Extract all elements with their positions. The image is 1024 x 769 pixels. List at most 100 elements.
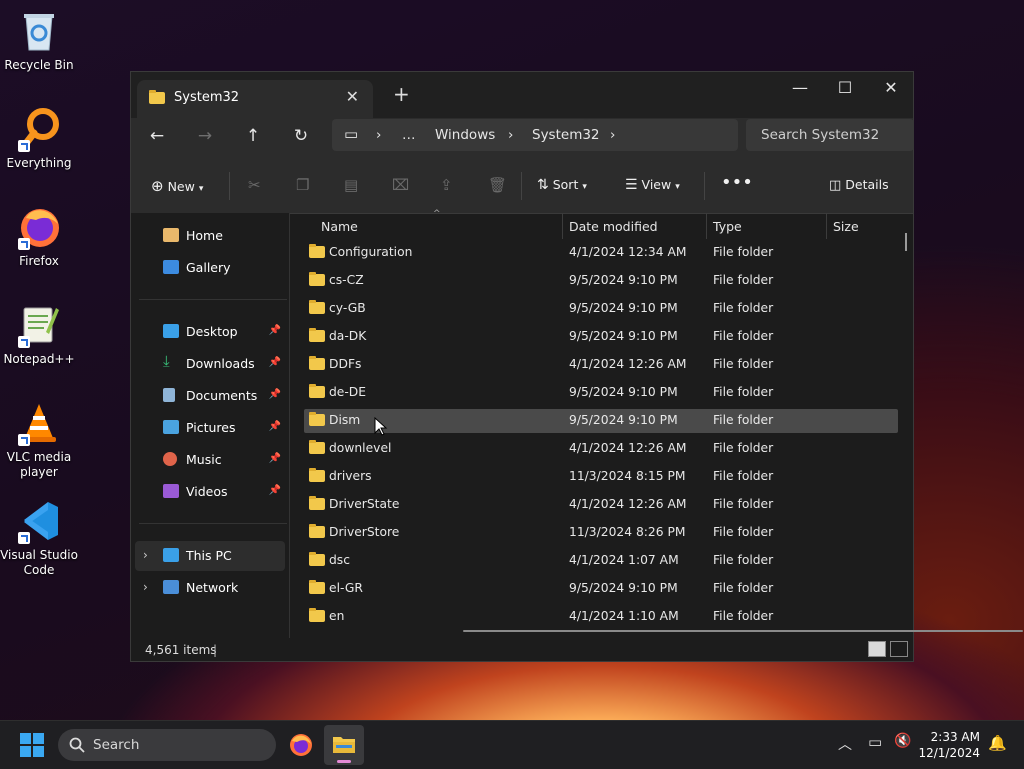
column-header-type[interactable]: Type xyxy=(707,213,825,239)
tab-system32[interactable]: System32 ✕ xyxy=(137,80,373,118)
file-name: dsc xyxy=(329,553,350,567)
sidebar-item-label: Home xyxy=(186,228,223,243)
everything-icon xyxy=(16,106,62,152)
desktop-icon-vlc[interactable]: VLC media player xyxy=(0,400,78,480)
more-options-button[interactable]: ••• xyxy=(721,172,753,193)
view-button[interactable]: ☰ View ▾ xyxy=(625,177,680,193)
file-date: 4/1/2024 12:34 AM xyxy=(569,245,687,259)
sidebar-item-label: Downloads xyxy=(186,356,255,371)
file-date: 9/5/2024 9:10 PM xyxy=(569,329,678,343)
column-header-size[interactable]: Size xyxy=(827,213,907,239)
desktop-icon-label: Everything xyxy=(6,156,72,170)
horizontal-scrollbar[interactable] xyxy=(463,630,1023,632)
notification-bell-icon[interactable]: 🔔 xyxy=(988,734,1007,752)
shortcut-arrow-icon xyxy=(18,336,30,348)
recycle-bin-icon xyxy=(16,8,62,54)
new-label: New xyxy=(167,179,195,194)
chevron-right-icon[interactable]: › xyxy=(143,548,148,562)
download-icon: ⤓ xyxy=(163,352,170,370)
delete-icon[interactable]: 🗑 xyxy=(488,176,507,194)
copy-icon[interactable]: ❐ xyxy=(296,176,309,194)
system-clock[interactable]: 2:33 AM 12/1/2024 xyxy=(918,729,980,761)
new-button[interactable]: ⊕ New ▾ xyxy=(151,177,203,195)
sort-button[interactable]: ⇅ Sort ▾ xyxy=(537,177,587,193)
table-row[interactable]: dsc 4/1/2024 1:07 AM File folder xyxy=(304,549,898,573)
desktop-icon-notepadpp[interactable]: Notepad++ xyxy=(0,302,78,367)
sidebar-item-network[interactable]: › Network xyxy=(135,573,285,603)
minimize-button[interactable]: — xyxy=(777,78,823,97)
sidebar-item-downloads[interactable]: ⤓ Downloads 📌 xyxy=(135,349,285,379)
file-type: File folder xyxy=(713,525,774,539)
start-button[interactable] xyxy=(20,733,44,757)
pin-icon: 📌 xyxy=(268,485,281,496)
column-header-name[interactable]: Name ^ xyxy=(290,209,562,239)
table-row[interactable]: cs-CZ 9/5/2024 9:10 PM File folder xyxy=(304,269,898,293)
table-row[interactable]: drivers 11/3/2024 8:15 PM File folder xyxy=(304,465,898,489)
network-status-icon[interactable]: ▭ xyxy=(868,733,882,751)
desktop-icon-everything[interactable]: Everything xyxy=(0,106,78,171)
sidebar-item-documents[interactable]: Documents 📌 xyxy=(135,381,285,411)
chevron-right-icon[interactable]: › xyxy=(143,580,148,594)
table-row[interactable]: el-GR 9/5/2024 9:10 PM File folder xyxy=(304,577,898,601)
forward-button[interactable]: → xyxy=(191,126,219,146)
file-name: DriverState xyxy=(329,497,400,511)
share-icon[interactable]: ⇪ xyxy=(440,176,453,194)
maximize-button[interactable]: ☐ xyxy=(822,78,868,97)
sidebar-item-desktop[interactable]: Desktop 📌 xyxy=(135,317,285,347)
volume-muted-icon[interactable]: 🔇 xyxy=(894,733,911,749)
taskbar-search[interactable]: Search xyxy=(58,729,276,761)
table-row[interactable]: de-DE 9/5/2024 9:10 PM File folder xyxy=(304,381,898,405)
back-button[interactable]: ← xyxy=(143,126,171,146)
up-button[interactable]: ↑ xyxy=(239,126,267,146)
large-icons-view-button[interactable] xyxy=(890,641,908,657)
file-type: File folder xyxy=(713,581,774,595)
vertical-scrollbar[interactable] xyxy=(905,233,907,251)
breadcrumb-overflow[interactable]: … xyxy=(402,127,416,143)
sidebar-item-pictures[interactable]: Pictures 📌 xyxy=(135,413,285,443)
table-row[interactable]: DriverStore 11/3/2024 8:26 PM File folder xyxy=(304,521,898,545)
sidebar-item-this-pc[interactable]: › This PC xyxy=(135,541,285,571)
table-row[interactable]: Dism 9/5/2024 9:10 PM File folder xyxy=(304,409,898,433)
desktop-icon-firefox[interactable]: Firefox xyxy=(0,204,78,269)
desktop-icon xyxy=(163,324,179,338)
desktop-icon-vscode[interactable]: Visual Studio Code xyxy=(0,498,78,578)
pin-icon: 📌 xyxy=(268,357,281,368)
file-date: 11/3/2024 8:15 PM xyxy=(569,469,686,483)
new-tab-button[interactable]: + xyxy=(393,82,410,106)
folder-icon xyxy=(309,244,325,258)
file-type: File folder xyxy=(713,413,774,427)
rename-icon[interactable]: ⌧ xyxy=(392,176,409,194)
table-row[interactable]: downlevel 4/1/2024 12:26 AM File folder xyxy=(304,437,898,461)
breadcrumb-system32[interactable]: System32 xyxy=(532,127,600,143)
desktop-icon-label: Recycle Bin xyxy=(4,58,74,72)
vlc-cone-icon xyxy=(16,400,62,446)
chevron-up-icon[interactable]: ︿ xyxy=(838,734,852,754)
cut-icon[interactable]: ✂ xyxy=(248,176,261,194)
desktop-icon-recycle-bin[interactable]: Recycle Bin xyxy=(0,8,78,73)
table-row[interactable]: Configuration 4/1/2024 12:34 AM File folde… xyxy=(304,241,898,265)
sidebar-item-videos[interactable]: Videos 📌 xyxy=(135,477,285,507)
column-header-date[interactable]: Date modified xyxy=(563,213,706,239)
sidebar-item-gallery[interactable]: Gallery xyxy=(135,253,285,283)
details-view-button[interactable] xyxy=(868,641,886,657)
sidebar-item-home[interactable]: Home xyxy=(135,221,285,251)
table-row[interactable]: cy-GB 9/5/2024 9:10 PM File folder xyxy=(304,297,898,321)
refresh-button[interactable]: ↻ xyxy=(287,126,315,146)
close-tab-button[interactable]: ✕ xyxy=(346,87,359,106)
table-row[interactable]: da-DK 9/5/2024 9:10 PM File folder xyxy=(304,325,898,349)
paste-icon[interactable]: ▤ xyxy=(344,176,358,194)
clock-date: 12/1/2024 xyxy=(918,746,980,760)
taskbar-firefox-icon[interactable] xyxy=(288,732,314,758)
file-date: 4/1/2024 1:10 AM xyxy=(569,609,679,623)
table-row[interactable]: DriverState 4/1/2024 12:26 AM File folder xyxy=(304,493,898,517)
table-row[interactable]: en 4/1/2024 1:10 AM File folder xyxy=(304,605,898,629)
search-box[interactable]: Search System32 xyxy=(746,119,914,151)
taskbar-file-explorer-button[interactable] xyxy=(324,725,364,765)
breadcrumb-windows[interactable]: Windows xyxy=(435,127,495,143)
taskbar: Search ︿ ▭ 🔇 2:33 AM 12/1/2024 🔔 xyxy=(0,720,1024,769)
details-pane-button[interactable]: ◫ Details xyxy=(829,177,889,193)
address-bar[interactable]: ▭ › … Windows › System32 › xyxy=(332,119,738,151)
sidebar-item-music[interactable]: Music 📌 xyxy=(135,445,285,475)
table-row[interactable]: DDFs 4/1/2024 12:26 AM File folder xyxy=(304,353,898,377)
close-window-button[interactable]: ✕ xyxy=(868,78,914,97)
